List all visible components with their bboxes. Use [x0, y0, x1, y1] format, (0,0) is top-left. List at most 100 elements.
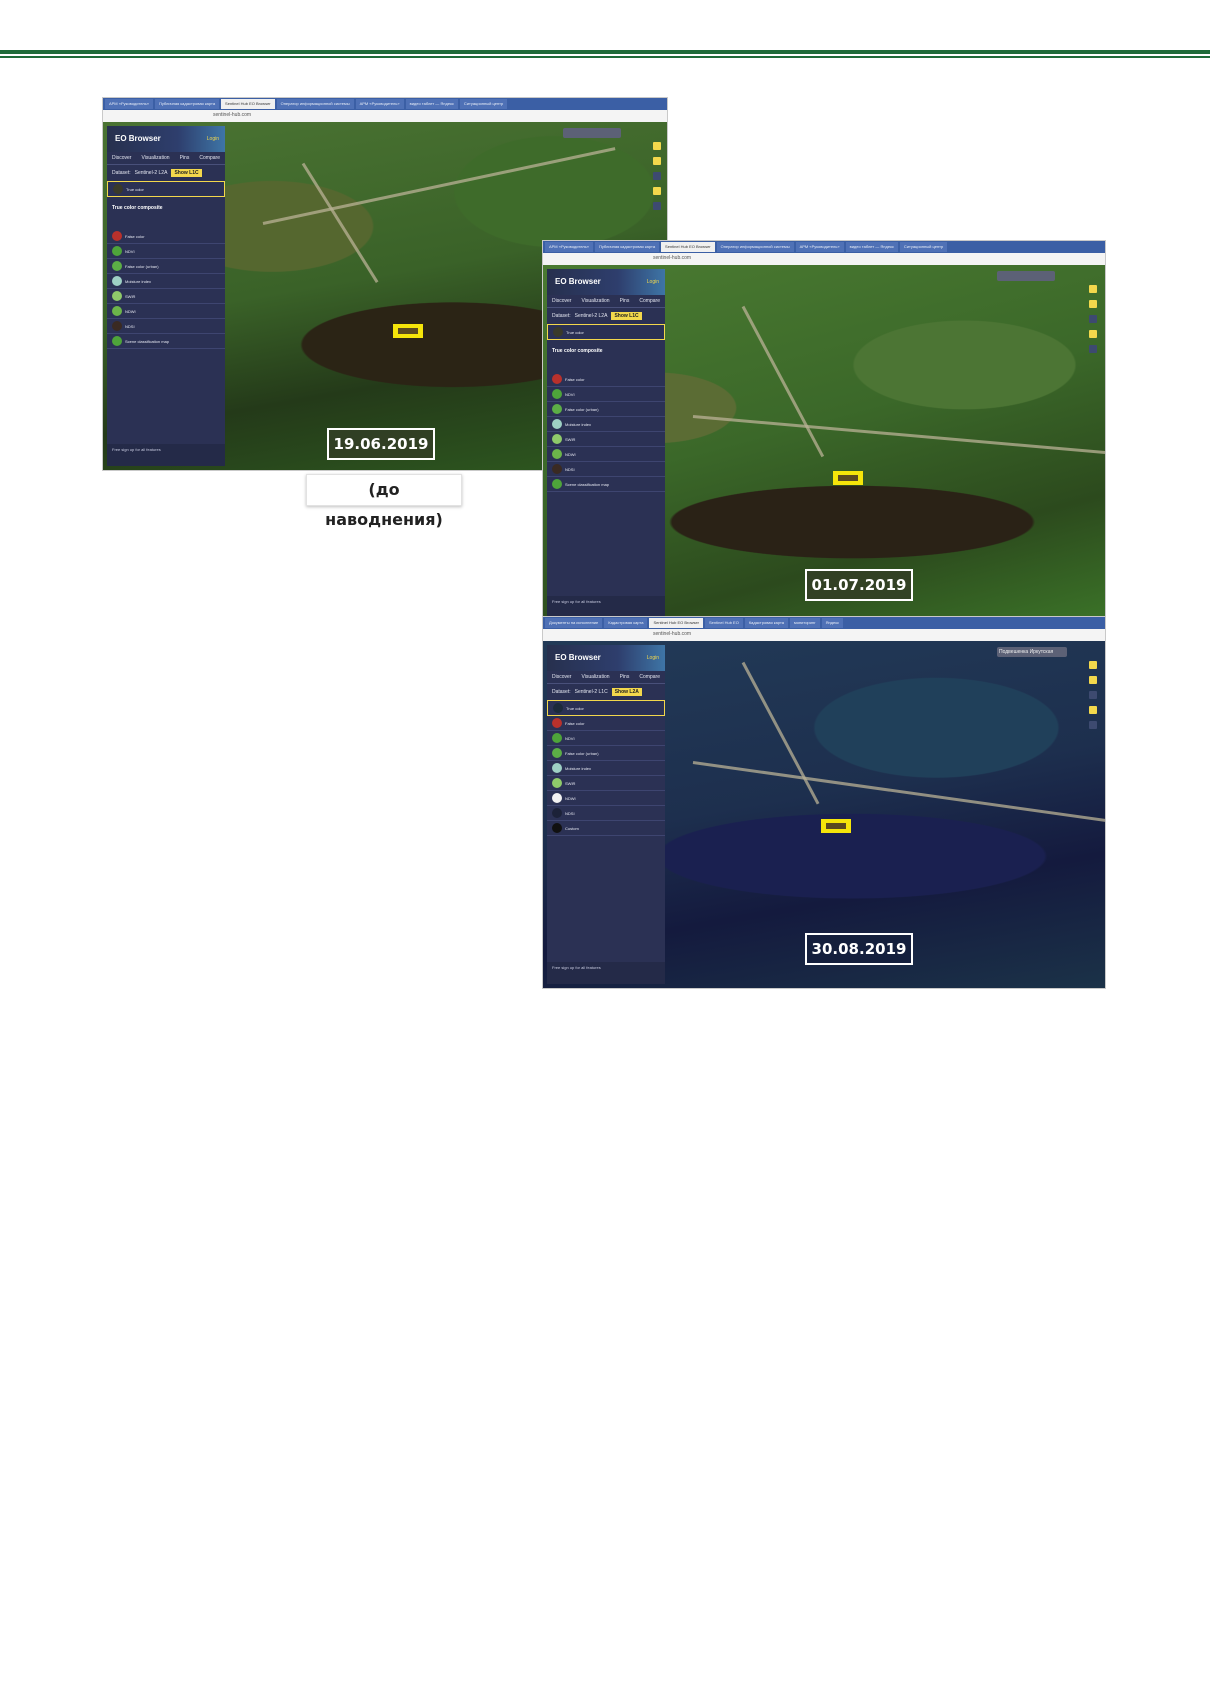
- eo-browser-panel: EO Browser Login Discover Visualization …: [547, 645, 665, 984]
- browser-tab[interactable]: Публичная кадастровая карта: [154, 99, 220, 109]
- browser-tab[interactable]: мониторинг: [790, 618, 820, 628]
- layer-name: True color: [126, 186, 144, 192]
- login-link[interactable]: Login: [207, 136, 219, 142]
- browser-tab[interactable]: Sentinel Hub EO: [705, 618, 743, 628]
- layer-item[interactable]: True color: [107, 181, 225, 197]
- browser-tab[interactable]: Sentinel Hub EO Browser: [661, 242, 715, 252]
- layer-item[interactable]: NDVI: [107, 244, 225, 259]
- layer-item[interactable]: NDWI: [547, 447, 665, 462]
- layer-item[interactable]: Moisture index: [107, 274, 225, 289]
- browser-tab[interactable]: Sentinel Hub EO Browser: [221, 99, 275, 109]
- tab-pins[interactable]: Pins: [180, 155, 190, 161]
- tab-visualization[interactable]: Visualization: [582, 674, 610, 680]
- dataset-switch-button[interactable]: Show L1C: [611, 312, 642, 320]
- date-label: 01.07.2019: [805, 569, 913, 601]
- layer-item[interactable]: False color (urban): [547, 746, 665, 761]
- tab-discover[interactable]: Discover: [112, 155, 131, 161]
- timelapse-icon[interactable]: [1089, 706, 1097, 714]
- layer-item[interactable]: NDSI: [547, 462, 665, 477]
- layers-icon[interactable]: [1089, 721, 1097, 729]
- tab-discover[interactable]: Discover: [552, 674, 571, 680]
- layer-thumbnail: [112, 276, 122, 286]
- layers-icon[interactable]: [653, 202, 661, 210]
- tab-visualization[interactable]: Visualization: [582, 298, 610, 304]
- layer-item[interactable]: Moisture index: [547, 417, 665, 432]
- browser-tab[interactable]: Яндекс: [821, 618, 844, 628]
- tab-compare[interactable]: Compare: [199, 155, 220, 161]
- layer-item[interactable]: False color: [547, 716, 665, 731]
- signup-link[interactable]: Free sign up for all features: [112, 447, 161, 452]
- layer-item[interactable]: NDSI: [547, 806, 665, 821]
- panel-footer: Free sign up for all features: [547, 596, 665, 618]
- layer-item[interactable]: NDWI: [107, 304, 225, 319]
- layer-item[interactable]: False color: [547, 372, 665, 387]
- browser-tab[interactable]: Кадастровая карта: [604, 618, 648, 628]
- tab-visualization[interactable]: Visualization: [142, 155, 170, 161]
- layer-item[interactable]: False color (urban): [107, 259, 225, 274]
- layer-item[interactable]: SWIR: [547, 432, 665, 447]
- layer-name: False color (urban): [125, 263, 159, 269]
- location-icon[interactable]: [653, 157, 661, 165]
- search-input[interactable]: [997, 271, 1055, 281]
- measure-icon[interactable]: [653, 172, 661, 180]
- tab-compare[interactable]: Compare: [639, 674, 660, 680]
- browser-tab[interactable]: АРМ «Руководитель»: [545, 242, 593, 252]
- login-link[interactable]: Login: [647, 279, 659, 285]
- browser-tab[interactable]: АРМ «Руководитель»: [355, 99, 404, 109]
- layer-item[interactable]: Custom: [547, 821, 665, 836]
- layer-item[interactable]: SWIR: [547, 776, 665, 791]
- browser-tab[interactable]: АРМ «Руководитель»: [105, 99, 153, 109]
- browser-tab[interactable]: Ситуационный центр: [459, 99, 508, 109]
- layer-name: NDSI: [565, 810, 575, 816]
- tab-pins[interactable]: Pins: [620, 674, 630, 680]
- layer-item[interactable]: Scene classification map: [107, 334, 225, 349]
- layer-item[interactable]: False color: [107, 229, 225, 244]
- pin-icon[interactable]: [1089, 285, 1097, 293]
- layer-thumbnail: [552, 374, 562, 384]
- search-input[interactable]: Подвешенка Иркутская: [997, 647, 1067, 657]
- map-toolbar: [1089, 285, 1099, 360]
- layer-item[interactable]: Scene classification map: [547, 477, 665, 492]
- browser-tab[interactable]: Оператор информационной системы: [716, 242, 794, 252]
- layer-item[interactable]: NDVI: [547, 731, 665, 746]
- pin-icon[interactable]: [1089, 661, 1097, 669]
- dataset-switch-button[interactable]: Show L2A: [611, 688, 642, 696]
- location-icon[interactable]: [1089, 300, 1097, 308]
- tab-pins[interactable]: Pins: [620, 298, 630, 304]
- browser-tab[interactable]: АРМ «Руководитель»: [795, 242, 844, 252]
- browser-tab[interactable]: Публичная кадастровая карта: [594, 242, 660, 252]
- layer-item[interactable]: NDVI: [547, 387, 665, 402]
- dataset-switch-button[interactable]: Show L1C: [171, 169, 202, 177]
- tab-discover[interactable]: Discover: [552, 298, 571, 304]
- browser-tab[interactable]: Sentinel Hub EO Browser: [649, 618, 704, 628]
- timelapse-icon[interactable]: [1089, 330, 1097, 338]
- browser-tab[interactable]: Кадастровая карта: [744, 618, 788, 628]
- browser-tab[interactable]: Оператор информационной системы: [276, 99, 354, 109]
- location-icon[interactable]: [1089, 676, 1097, 684]
- timelapse-icon[interactable]: [653, 187, 661, 195]
- search-input[interactable]: [563, 128, 621, 138]
- layer-item[interactable]: NDWI: [547, 791, 665, 806]
- browser-tab[interactable]: видео таблет — Яндекс: [845, 242, 898, 252]
- layers-icon[interactable]: [1089, 345, 1097, 353]
- signup-link[interactable]: Free sign up for all features: [552, 965, 601, 970]
- layer-name: NDVI: [125, 248, 135, 254]
- layer-item[interactable]: NDSI: [107, 319, 225, 334]
- layer-item[interactable]: Moisture index: [547, 761, 665, 776]
- layer-item[interactable]: True color: [547, 324, 665, 340]
- signup-link[interactable]: Free sign up for all features: [552, 599, 601, 604]
- layer-item[interactable]: True color: [547, 700, 665, 716]
- measure-icon[interactable]: [1089, 315, 1097, 323]
- layer-thumbnail: [552, 748, 562, 758]
- layer-item[interactable]: False color (urban): [547, 402, 665, 417]
- measure-icon[interactable]: [1089, 691, 1097, 699]
- login-link[interactable]: Login: [647, 655, 659, 661]
- browser-tab[interactable]: видео таблет — Яндекс: [405, 99, 458, 109]
- browser-tab[interactable]: Документы на исполнение: [545, 618, 603, 628]
- browser-tab[interactable]: Ситуационный центр: [899, 242, 948, 252]
- panel-tabs: Discover Visualization Pins Compare: [547, 295, 665, 308]
- pin-icon[interactable]: [653, 142, 661, 150]
- date-label: 30.08.2019: [805, 933, 913, 965]
- tab-compare[interactable]: Compare: [639, 298, 660, 304]
- layer-item[interactable]: SWIR: [107, 289, 225, 304]
